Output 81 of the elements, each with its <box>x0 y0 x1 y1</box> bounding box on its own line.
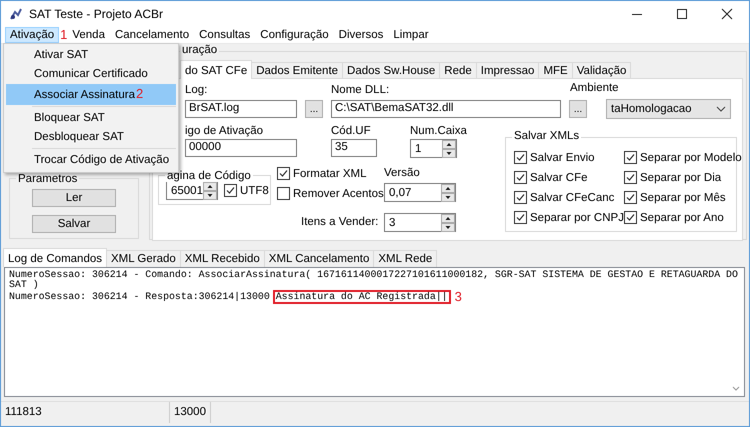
input-field[interactable]: 35 <box>331 139 377 157</box>
spin-buttons-icon[interactable] <box>442 140 456 158</box>
field-label: igo de Ativação <box>185 125 264 137</box>
checkbox[interactable] <box>514 191 527 204</box>
input-field[interactable]: 00000 <box>185 139 297 157</box>
field-label: Versão <box>384 167 420 179</box>
menu-item[interactable]: Ativar SAT <box>6 46 176 65</box>
field-label: Cód.UF <box>331 125 371 137</box>
group-title: Salvar XMLs <box>512 130 582 142</box>
status-text: 13000 <box>170 402 211 423</box>
checkbox[interactable] <box>514 151 527 164</box>
checkbox-label: Separar por Mês <box>640 192 726 204</box>
checkbox[interactable] <box>624 171 637 184</box>
parameter-button[interactable]: Ler <box>32 189 116 207</box>
annotation-number: 3 <box>454 292 462 302</box>
checkbox-label: Remover Acentos <box>293 188 384 200</box>
window-title: SAT Teste - Projeto ACBr <box>29 6 164 20</box>
checkbox-label: UTF8 <box>240 184 269 196</box>
environment-dropdown[interactable]: taHomologacao <box>606 99 731 119</box>
highlighted-text: Assinatura do AC Registrada|| <box>272 290 451 304</box>
log-line: NumeroSessao: 306214 - Resposta:306214|13000 <box>9 292 270 302</box>
checkbox-label: Separar por CNPJ <box>530 212 624 224</box>
checkbox-label: Separar por Dia <box>640 172 722 184</box>
checkbox[interactable] <box>624 191 637 204</box>
scroll-down-icon[interactable] <box>732 386 740 392</box>
annotation-number: 1 <box>60 27 68 42</box>
input-field[interactable]: BrSAT.log <box>185 100 297 118</box>
checkbox[interactable] <box>277 187 290 200</box>
checkbox-label: Separar por Ano <box>640 212 724 224</box>
checkbox[interactable] <box>624 151 637 164</box>
field-label: Log: <box>185 84 208 96</box>
menu-item[interactable]: Associar Assinatura2 <box>6 84 176 105</box>
menu-item[interactable]: Venda <box>67 26 110 42</box>
menu-item[interactable]: Bloquear SAT <box>6 109 176 128</box>
checkbox-label: Separar por Modelo <box>640 152 742 164</box>
tab[interactable]: Impressao <box>476 62 540 79</box>
checkbox[interactable] <box>624 211 637 224</box>
log-line: SAT ) <box>9 280 39 290</box>
tab[interactable]: do SAT CFe <box>180 60 252 79</box>
browse-button[interactable]: ... <box>569 100 587 118</box>
field-label: Nome DLL: <box>331 84 390 96</box>
spin-buttons-icon[interactable] <box>441 184 455 202</box>
menu-item[interactable]: Comunicar Certificado <box>6 65 176 84</box>
field-label: Itens a Vender: <box>301 216 378 228</box>
tab[interactable]: Validação <box>572 62 632 79</box>
checkbox-label: Salvar CFe <box>530 172 588 184</box>
field-label: Ambiente <box>570 82 619 94</box>
group-title: agina de Código <box>165 170 253 182</box>
annotation-number: 2 <box>136 86 144 101</box>
menu-item[interactable]: Cancelamento <box>110 26 194 42</box>
tab[interactable]: XML Rede <box>373 250 438 267</box>
checkbox[interactable] <box>514 171 527 184</box>
checkbox[interactable] <box>277 167 290 180</box>
spin-buttons-icon[interactable] <box>441 214 455 232</box>
checkbox-label: Salvar Envio <box>530 152 595 164</box>
checkbox-label: Salvar CFeCanc <box>530 192 614 204</box>
group-title: uração <box>180 44 220 56</box>
parameter-button[interactable]: Salvar <box>32 215 116 233</box>
chevron-icon <box>716 106 726 112</box>
close-icon[interactable] <box>721 8 733 20</box>
checkbox-label: Formatar XML <box>293 168 366 180</box>
menu-item[interactable]: Limpar <box>388 26 434 42</box>
spin-buttons-icon[interactable] <box>203 182 217 200</box>
log-text-area[interactable] <box>4 267 745 397</box>
menu-item[interactable]: Desbloquear SAT <box>6 128 176 147</box>
menu-item[interactable]: Consultas <box>194 26 256 42</box>
maximize-icon[interactable] <box>676 8 688 20</box>
browse-button[interactable]: ... <box>305 100 323 118</box>
log-line: NumeroSessao: 306214 - Comando: AssociarAssinatura( 1671611400017227101611000182, SGR-SAT SISTEMA DE GESTAO E RETAGUARDA DO <box>9 270 738 280</box>
menu-item[interactable]: Ativação <box>5 26 60 42</box>
group-title: Parametros <box>16 173 80 185</box>
menu-item[interactable]: Configuração <box>255 26 334 42</box>
menu-item[interactable]: Trocar Código de Ativação <box>6 151 176 170</box>
checkbox[interactable] <box>514 211 527 224</box>
app-icon <box>9 6 23 20</box>
field-label: Num.Caixa <box>410 125 467 137</box>
checkbox[interactable] <box>224 184 237 197</box>
input-field[interactable]: C:\SAT\BemaSAT32.dll <box>331 100 561 118</box>
status-text: 111813 <box>1 402 170 423</box>
tab[interactable]: Log de Comandos <box>3 248 107 267</box>
menu-item[interactable]: Diversos <box>334 26 388 42</box>
